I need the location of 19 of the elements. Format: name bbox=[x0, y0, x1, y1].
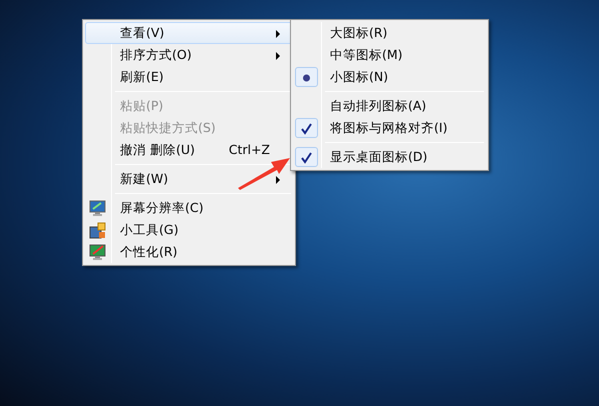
shortcut-label: Ctrl+Z bbox=[228, 140, 271, 159]
menu-item[interactable]: 刷新(E) bbox=[85, 66, 293, 88]
submenu-arrow-icon bbox=[276, 52, 280, 60]
menu-item[interactable]: 排序方式(O) bbox=[85, 44, 293, 66]
menu-item[interactable]: 小工具(G) bbox=[85, 219, 293, 241]
gadget-icon bbox=[89, 222, 106, 239]
submenu-arrow-icon bbox=[276, 30, 280, 38]
menu-item[interactable]: 中等图标(M) bbox=[293, 44, 486, 66]
menu-item[interactable]: 显示桌面图标(D) bbox=[293, 146, 486, 168]
menu-item[interactable]: 将图标与网格对齐(I) bbox=[293, 117, 486, 139]
menu-item[interactable]: 查看(V) bbox=[85, 22, 293, 44]
monitor-brush-icon bbox=[89, 244, 106, 261]
menu-item[interactable]: 屏幕分辨率(C) bbox=[85, 197, 293, 219]
menu-item[interactable]: 自动排列图标(A) bbox=[293, 95, 486, 117]
menu-item[interactable]: 个性化(R) bbox=[85, 241, 293, 263]
menu-item[interactable]: 大图标(R) bbox=[293, 22, 486, 44]
menu-item[interactable]: 小图标(N) bbox=[293, 66, 486, 88]
menu-item[interactable]: 撤消 删除(U) Ctrl+Z bbox=[85, 139, 293, 161]
monitor-icon bbox=[89, 200, 106, 217]
